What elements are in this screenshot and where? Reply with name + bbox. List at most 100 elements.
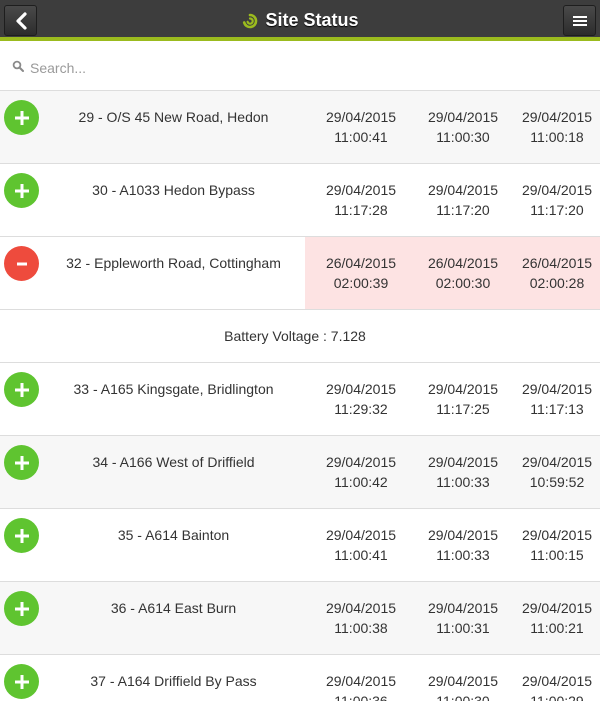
timestamp-time: 11:00:41 xyxy=(334,547,388,563)
site-name: 32 - Eppleworth Road, Cottingham xyxy=(66,255,281,271)
search-input[interactable] xyxy=(30,57,590,79)
page-title: Site Status xyxy=(265,10,359,30)
timestamp-time: 10:59:52 xyxy=(529,474,585,490)
timestamp-cell: 29/04/2015 11:00:18 xyxy=(514,91,600,163)
timestamp-cell: 29/04/2015 11:00:41 xyxy=(310,509,412,581)
timestamp-date: 29/04/2015 xyxy=(427,109,499,125)
site-name: 37 - A164 Driffield By Pass xyxy=(90,673,257,689)
site-name: 29 - O/S 45 New Road, Hedon xyxy=(78,109,269,125)
site-name: 30 - A1033 Hedon Bypass xyxy=(92,182,255,198)
hamburger-menu-icon xyxy=(572,15,587,26)
timestamp-time: 11:00:30 xyxy=(436,129,490,145)
expand-button[interactable] xyxy=(4,518,39,553)
timestamp-cell: 29/04/2015 11:00:15 xyxy=(514,509,600,581)
plus-icon xyxy=(14,601,29,616)
battery-detail-row: Battery Voltage : 7.128 xyxy=(0,310,600,363)
collapse-button[interactable] xyxy=(4,246,39,281)
timestamp-date: 29/04/2015 xyxy=(427,600,499,616)
timestamp-time: 11:17:20 xyxy=(530,202,584,218)
timestamp-cell: 29/04/2015 11:00:33 xyxy=(412,436,514,508)
site-row[interactable]: 32 - Eppleworth Road, Cottingham 26/04/20… xyxy=(0,237,600,310)
search-bar xyxy=(0,45,600,91)
timestamp-time: 11:00:33 xyxy=(436,547,490,563)
timestamp-date: 29/04/2015 xyxy=(325,673,397,689)
timestamp-time: 11:00:31 xyxy=(436,620,490,636)
timestamp-time: 11:00:38 xyxy=(334,620,388,636)
plus-icon xyxy=(14,183,29,198)
site-row[interactable]: 36 - A614 East Burn 29/04/2015 11:00:38 29/… xyxy=(0,582,600,655)
timestamp-date: 26/04/2015 xyxy=(427,255,499,271)
timestamp-cell: 29/04/2015 11:00:38 xyxy=(310,582,412,654)
timestamp-time: 11:17:20 xyxy=(436,202,490,218)
timestamp-cell: 29/04/2015 11:00:42 xyxy=(310,436,412,508)
timestamp-time: 11:17:25 xyxy=(436,401,490,417)
timestamp-date: 26/04/2015 xyxy=(521,255,593,271)
chevron-left-icon xyxy=(15,11,27,30)
timestamp-time: 11:29:32 xyxy=(334,401,388,417)
site-row[interactable]: 30 - A1033 Hedon Bypass 29/04/2015 11:17:2… xyxy=(0,164,600,237)
timestamp-cell: 29/04/2015 11:00:30 xyxy=(412,91,514,163)
plus-icon xyxy=(14,528,29,543)
timestamp-cell: 29/04/2015 11:00:36 xyxy=(310,655,412,701)
site-row[interactable]: 33 - A165 Kingsgate, Bridlington 29/04/20… xyxy=(0,363,600,436)
timestamp-time: 11:00:41 xyxy=(334,129,388,145)
expand-button[interactable] xyxy=(4,664,39,699)
timestamp-cell: 29/04/2015 11:17:28 xyxy=(310,164,412,236)
timestamp-cell: 29/04/2015 11:17:20 xyxy=(412,164,514,236)
site-list: 29 - O/S 45 New Road, Hedon 29/04/2015 11:… xyxy=(0,91,600,701)
timestamp-cell: 29/04/2015 11:00:41 xyxy=(310,91,412,163)
timestamp-date: 29/04/2015 xyxy=(521,600,593,616)
plus-icon xyxy=(14,455,29,470)
plus-icon xyxy=(14,382,29,397)
timestamp-time: 11:17:28 xyxy=(334,202,388,218)
site-row[interactable]: 34 - A166 West of Driffield 29/04/2015 11:… xyxy=(0,436,600,509)
timestamp-time: 11:00:15 xyxy=(530,547,584,563)
timestamp-time: 11:00:18 xyxy=(530,129,584,145)
timestamp-cell: 29/04/2015 11:17:13 xyxy=(514,363,600,435)
timestamp-cell: 29/04/2015 11:00:33 xyxy=(412,509,514,581)
timestamp-cell: 29/04/2015 10:59:52 xyxy=(514,436,600,508)
timestamp-date: 29/04/2015 xyxy=(521,182,593,198)
timestamp-time: 11:00:36 xyxy=(334,693,388,701)
site-row[interactable]: 35 - A614 Bainton 29/04/2015 11:00:41 29/04… xyxy=(0,509,600,582)
expand-button[interactable] xyxy=(4,173,39,208)
timestamp-time: 11:17:13 xyxy=(530,401,584,417)
timestamp-date: 29/04/2015 xyxy=(521,454,593,470)
timestamp-cell: 26/04/2015 02:00:30 xyxy=(412,237,514,309)
timestamp-date: 29/04/2015 xyxy=(427,527,499,543)
site-name: 35 - A614 Bainton xyxy=(117,527,230,543)
timestamp-date: 29/04/2015 xyxy=(325,527,397,543)
timestamp-date: 29/04/2015 xyxy=(427,182,499,198)
timestamp-date: 29/04/2015 xyxy=(521,673,593,689)
site-row[interactable]: 37 - A164 Driffield By Pass 29/04/2015 11:… xyxy=(0,655,600,701)
expand-button[interactable] xyxy=(4,591,39,626)
expand-button[interactable] xyxy=(4,100,39,135)
back-button[interactable] xyxy=(4,5,37,36)
app-header: Site Status xyxy=(0,0,600,41)
timestamp-cell: 29/04/2015 11:17:25 xyxy=(412,363,514,435)
timestamp-date: 29/04/2015 xyxy=(325,381,397,397)
timestamp-cell: 29/04/2015 11:00:21 xyxy=(514,582,600,654)
timestamp-cell: 29/04/2015 11:00:29 xyxy=(514,655,600,701)
timestamp-time: 11:00:33 xyxy=(436,474,490,490)
timestamp-cell: 29/04/2015 11:00:31 xyxy=(412,582,514,654)
header-title-group: Site Status xyxy=(0,0,600,41)
timestamp-date: 29/04/2015 xyxy=(325,109,397,125)
timestamp-date: 29/04/2015 xyxy=(427,381,499,397)
plus-icon xyxy=(14,674,29,689)
timestamp-cell: 29/04/2015 11:17:20 xyxy=(514,164,600,236)
timestamp-cell: 29/04/2015 11:00:30 xyxy=(412,655,514,701)
timestamp-time: 11:00:21 xyxy=(530,620,584,636)
expand-button[interactable] xyxy=(4,372,39,407)
timestamp-cell: 29/04/2015 11:29:32 xyxy=(310,363,412,435)
timestamp-time: 02:00:28 xyxy=(529,275,585,291)
search-icon xyxy=(12,60,24,72)
swirl-logo-icon xyxy=(243,13,258,28)
expand-button[interactable] xyxy=(4,445,39,480)
timestamp-date: 29/04/2015 xyxy=(325,454,397,470)
timestamp-date: 29/04/2015 xyxy=(521,381,593,397)
timestamp-date: 29/04/2015 xyxy=(521,527,593,543)
menu-button[interactable] xyxy=(563,5,596,36)
site-row[interactable]: 29 - O/S 45 New Road, Hedon 29/04/2015 11:… xyxy=(0,91,600,164)
timestamp-time: 02:00:39 xyxy=(333,275,389,291)
